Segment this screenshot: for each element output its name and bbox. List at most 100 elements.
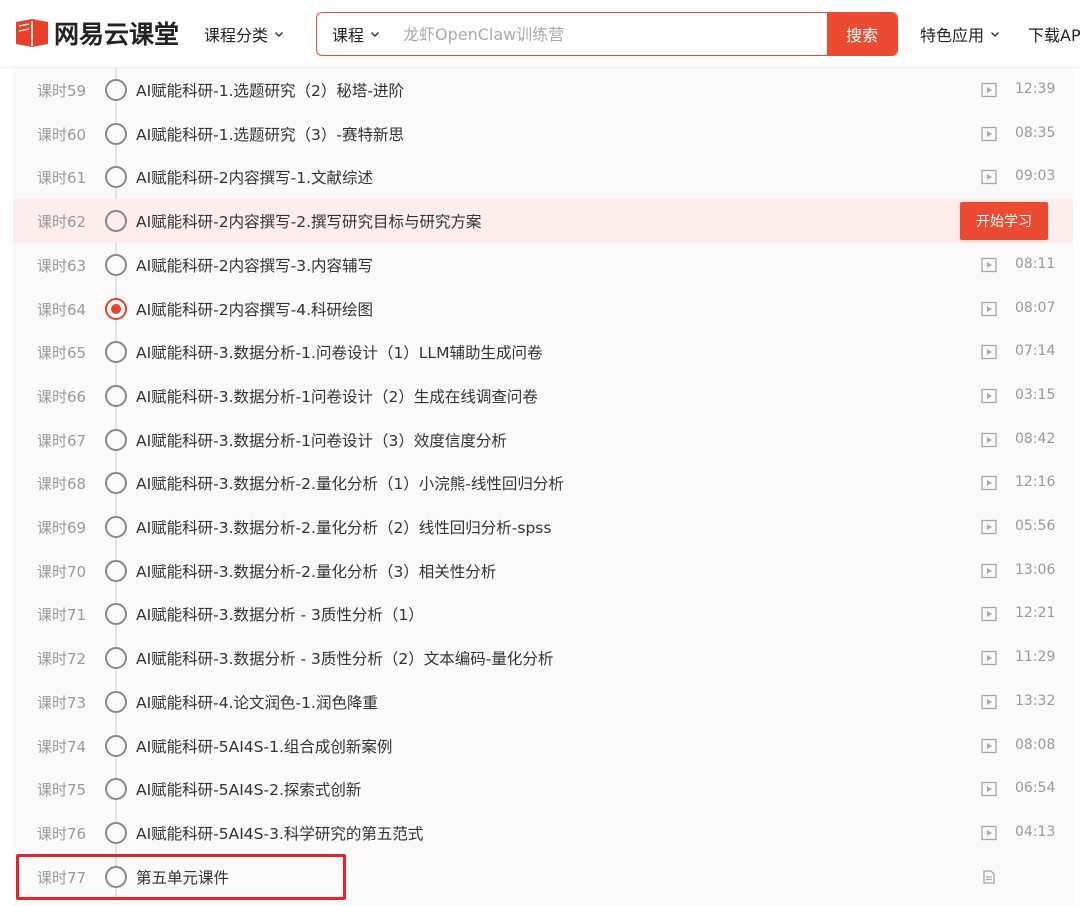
top-header: 网易云课堂 课程分类 课程 搜索 特色应用 下载AP [0, 0, 1080, 68]
video-icon [981, 257, 997, 272]
lesson-duration: 03:15 [1015, 386, 1056, 403]
lesson-row[interactable]: 课时64 AI赋能科研-2内容撰写-4.科研绘图 08:07 [13, 287, 1073, 331]
lesson-duration: 04:13 [1015, 823, 1056, 840]
lesson-row[interactable]: 课时59 AI赋能科研-1.选题研究（2）秘塔-进阶 12:39 [13, 68, 1073, 112]
lesson-title[interactable]: AI赋能科研-5AI4S-3.科学研究的第五范式 [136, 822, 423, 844]
chevron-down-icon [275, 32, 284, 37]
search-button[interactable]: 搜索 [827, 13, 897, 55]
lesson-title[interactable]: AI赋能科研-3.数据分析 - 3质性分析（1） [136, 603, 424, 625]
chevron-down-icon [991, 32, 1000, 37]
lesson-title[interactable]: AI赋能科研-3.数据分析-1问卷设计（2）生成在线调查问卷 [136, 385, 538, 407]
video-icon [981, 388, 997, 404]
search-input[interactable] [395, 13, 827, 55]
lesson-row[interactable]: 课时74 AI赋能科研-5AI4S-1.组合成创新案例 08:08 [13, 724, 1073, 768]
progress-dot-icon [105, 778, 127, 801]
video-icon [981, 476, 997, 491]
lesson-index: 课时68 [37, 475, 87, 494]
lesson-title[interactable]: AI赋能科研-3.数据分析-1问卷设计（3）效度信度分析 [136, 429, 507, 451]
progress-dot-icon [105, 384, 127, 407]
lesson-duration: 06:54 [1015, 780, 1056, 797]
lesson-title[interactable]: 第五单元课件 [136, 866, 229, 888]
lesson-index: 课时74 [37, 737, 87, 756]
lesson-title[interactable]: AI赋能科研-3.数据分析-2.量化分析（3）相关性分析 [136, 560, 496, 582]
lesson-title[interactable]: AI赋能科研-5AI4S-1.组合成创新案例 [136, 735, 392, 757]
lesson-title[interactable]: AI赋能科研-1.选题研究（2）秘塔-进阶 [136, 79, 404, 101]
video-icon [981, 650, 997, 666]
lesson-title[interactable]: AI赋能科研-3.数据分析-2.量化分析（1）小浣熊-线性回归分析 [136, 472, 564, 494]
lesson-duration: 12:21 [1015, 605, 1056, 622]
course-category-menu[interactable]: 课程分类 [204, 22, 284, 46]
lesson-duration: 13:32 [1015, 692, 1056, 709]
lesson-index: 课时76 [37, 824, 87, 843]
start-learning-button[interactable]: 开始学习 [960, 202, 1048, 241]
video-icon [981, 432, 997, 447]
lesson-duration: 07:14 [1015, 343, 1056, 360]
lesson-index: 课时62 [37, 213, 87, 232]
progress-dot-icon [105, 341, 127, 364]
lesson-title[interactable]: AI赋能科研-4.论文润色-1.润色降重 [136, 691, 378, 713]
progress-dot-icon [105, 865, 127, 888]
progress-dot-icon [105, 428, 127, 451]
lesson-title[interactable]: AI赋能科研-3.数据分析 - 3质性分析（2）文本编码-量化分析 [136, 647, 553, 669]
search-type-select[interactable]: 课程 [317, 13, 395, 55]
progress-dot-icon [105, 647, 127, 670]
progress-dot-current-icon [105, 297, 127, 320]
lesson-index: 课时63 [37, 256, 87, 275]
lesson-index: 课时75 [37, 781, 87, 800]
lesson-row[interactable]: 课时72 AI赋能科研-3.数据分析 - 3质性分析（2）文本编码-量化分析 11:… [13, 636, 1073, 680]
lesson-title[interactable]: AI赋能科研-3.数据分析-1.问卷设计（1）LLM辅助生成问卷 [136, 341, 542, 363]
lesson-index: 课时66 [37, 387, 87, 406]
lesson-row[interactable]: 课时68 AI赋能科研-3.数据分析-2.量化分析（1）小浣熊-线性回归分析 12:… [13, 461, 1073, 505]
video-icon [981, 301, 997, 316]
site-logo[interactable]: 网易云课堂 [14, 16, 179, 50]
lesson-row[interactable]: 课时75 AI赋能科研-5AI4S-2.探索式创新 06:54 [13, 767, 1073, 811]
progress-dot-icon [105, 79, 127, 101]
lesson-row[interactable]: 课时63 AI赋能科研-2内容撰写-3.内容辅写 08:11 [13, 243, 1073, 287]
lesson-title[interactable]: AI赋能科研-3.数据分析-2.量化分析（2）线性回归分析-spss [136, 516, 551, 538]
progress-dot-icon [105, 253, 127, 276]
lesson-row[interactable]: 课时70 AI赋能科研-3.数据分析-2.量化分析（3）相关性分析 13:06 [13, 549, 1073, 593]
lesson-duration: 12:16 [1015, 474, 1056, 491]
lesson-row[interactable]: 课时73 AI赋能科研-4.论文润色-1.润色降重 13:32 [13, 680, 1073, 724]
video-icon [981, 82, 997, 98]
lesson-title[interactable]: AI赋能科研-2内容撰写-4.科研绘图 [136, 298, 373, 320]
lesson-row[interactable]: 课时60 AI赋能科研-1.选题研究（3）-赛特新思 08:35 [13, 112, 1073, 156]
progress-dot-icon [105, 472, 127, 495]
lesson-index: 课时59 [37, 82, 87, 100]
download-app-link[interactable]: 下载AP [1028, 22, 1080, 46]
video-icon [981, 607, 997, 622]
lesson-index: 课时69 [37, 519, 87, 537]
progress-dot-icon [105, 690, 127, 713]
lesson-row[interactable]: 课时77 第五单元课件 [13, 855, 1073, 899]
lesson-index: 课时72 [37, 650, 87, 669]
video-icon [981, 825, 997, 841]
lesson-row[interactable]: 课时67 AI赋能科研-3.数据分析-1问卷设计（3）效度信度分析 08:42 [13, 418, 1073, 462]
lesson-duration: 08:42 [1015, 430, 1056, 447]
progress-dot-icon [105, 559, 127, 582]
logo-book-icon [16, 19, 48, 47]
feature-apps-menu[interactable]: 特色应用 [920, 22, 1000, 46]
lesson-title[interactable]: AI赋能科研-1.选题研究（3）-赛特新思 [136, 123, 404, 145]
lesson-duration: 11:29 [1015, 649, 1056, 666]
lesson-title[interactable]: AI赋能科研-2内容撰写-3.内容辅写 [136, 254, 373, 276]
lesson-row[interactable]: 课时66 AI赋能科研-3.数据分析-1问卷设计（2）生成在线调查问卷 03:15 [13, 374, 1073, 418]
lesson-row[interactable]: 课时62 AI赋能科研-2内容撰写-2.撰写研究目标与研究方案 开始学习 [13, 199, 1073, 244]
lesson-title[interactable]: AI赋能科研-5AI4S-2.探索式创新 [136, 778, 361, 800]
video-icon [981, 519, 997, 535]
lesson-title[interactable]: AI赋能科研-2内容撰写-1.文献综述 [136, 166, 373, 188]
lesson-row[interactable]: 课时65 AI赋能科研-3.数据分析-1.问卷设计（1）LLM辅助生成问卷 07:1… [13, 330, 1073, 374]
lesson-row[interactable]: 课时61 AI赋能科研-2内容撰写-1.文献综述 09:03 [13, 155, 1073, 199]
feature-apps-label: 特色应用 [920, 26, 985, 45]
lesson-row[interactable]: 课时69 AI赋能科研-3.数据分析-2.量化分析（2）线性回归分析-spss 05… [13, 505, 1073, 549]
logo-text: 网易云课堂 [54, 20, 180, 49]
video-icon [981, 694, 997, 709]
lesson-title[interactable]: AI赋能科研-2内容撰写-2.撰写研究目标与研究方案 [136, 210, 482, 232]
lesson-row[interactable]: 课时76 AI赋能科研-5AI4S-3.科学研究的第五范式 04:13 [13, 811, 1073, 855]
video-icon [981, 170, 997, 185]
video-icon [981, 345, 997, 360]
progress-dot-icon [105, 821, 127, 844]
progress-dot-icon [105, 516, 127, 538]
lesson-row[interactable]: 课时71 AI赋能科研-3.数据分析 - 3质性分析（1） 12:21 [13, 592, 1073, 636]
progress-dot-icon [105, 603, 127, 626]
search-type-label: 课程 [331, 26, 364, 45]
